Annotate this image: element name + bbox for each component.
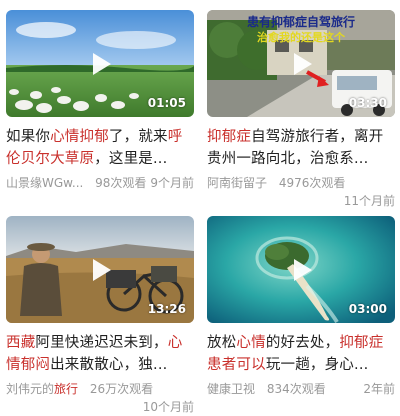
video-duration: 03:30 bbox=[348, 96, 387, 110]
play-icon[interactable] bbox=[294, 258, 312, 281]
video-thumbnail[interactable]: 03:00 bbox=[207, 216, 395, 323]
thumbnail-caption-sub: 治愈我的还是这个 bbox=[257, 31, 345, 44]
video-duration: 03:00 bbox=[348, 302, 387, 316]
video-source[interactable]: 阿南街留子 bbox=[207, 174, 267, 192]
video-title[interactable]: 放松心情的好去处，抑郁症患者可以玩一趟，身心... bbox=[207, 332, 395, 376]
video-title[interactable]: 抑郁症自驾游旅行者，离开贵州一路向北，治愈系... bbox=[207, 126, 395, 170]
video-card[interactable]: 03:00 放松心情的好去处，抑郁症患者可以玩一趟，身心... 健康卫视 834… bbox=[207, 216, 395, 398]
video-grid: 01:05 如果你心情抑郁了，就来呼伦贝尔大草原，这里是... 山景缘WGw..… bbox=[0, 0, 400, 414]
video-source[interactable]: 刘伟元的旅行 bbox=[6, 380, 78, 398]
play-icon[interactable] bbox=[93, 258, 111, 281]
publish-time: 11个月前 bbox=[343, 194, 395, 208]
video-meta: 阿南街留子 4976次观看 11个月前 bbox=[207, 174, 395, 208]
view-count: 834次观看 bbox=[266, 382, 326, 396]
video-source[interactable]: 健康卫视 bbox=[207, 380, 255, 398]
video-title[interactable]: 如果你心情抑郁了，就来呼伦贝尔大草原，这里是... bbox=[6, 126, 194, 170]
video-meta: 山景缘WGw... 98次观看 9个月前 bbox=[6, 174, 194, 192]
video-meta: 健康卫视 834次观看 2年前 bbox=[207, 380, 395, 398]
view-count: 26万次观看 bbox=[89, 382, 154, 396]
view-count: 4976次观看 bbox=[278, 176, 346, 190]
publish-time: 9个月前 bbox=[150, 176, 194, 190]
play-icon[interactable] bbox=[294, 52, 312, 75]
video-card[interactable]: 01:05 如果你心情抑郁了，就来呼伦贝尔大草原，这里是... 山景缘WGw..… bbox=[6, 10, 194, 192]
video-duration: 13:26 bbox=[147, 302, 186, 316]
video-card[interactable]: 患有抑郁症自驾旅行 治愈我的还是这个 03:30 抑郁症自驾游旅行者，离开贵州一… bbox=[207, 10, 395, 210]
video-card[interactable]: 13:26 西藏阿里快递迟迟未到，心情郁闷出来散散心，独... 刘伟元的旅行 2… bbox=[6, 216, 194, 416]
video-title[interactable]: 西藏阿里快递迟迟未到，心情郁闷出来散散心，独... bbox=[6, 332, 194, 376]
video-thumbnail[interactable]: 患有抑郁症自驾旅行 治愈我的还是这个 03:30 bbox=[207, 10, 395, 117]
video-thumbnail[interactable]: 13:26 bbox=[6, 216, 194, 323]
publish-time: 10个月前 bbox=[142, 400, 194, 414]
video-duration: 01:05 bbox=[147, 96, 186, 110]
view-count: 98次观看 bbox=[95, 176, 147, 190]
video-meta: 刘伟元的旅行 26万次观看 10个月前 bbox=[6, 380, 194, 414]
video-source[interactable]: 山景缘WGw... bbox=[6, 174, 83, 192]
publish-time: 2年前 bbox=[363, 382, 395, 396]
thumbnail-caption-top: 患有抑郁症自驾旅行 bbox=[246, 15, 355, 29]
play-icon[interactable] bbox=[93, 52, 111, 75]
video-thumbnail[interactable]: 01:05 bbox=[6, 10, 194, 117]
